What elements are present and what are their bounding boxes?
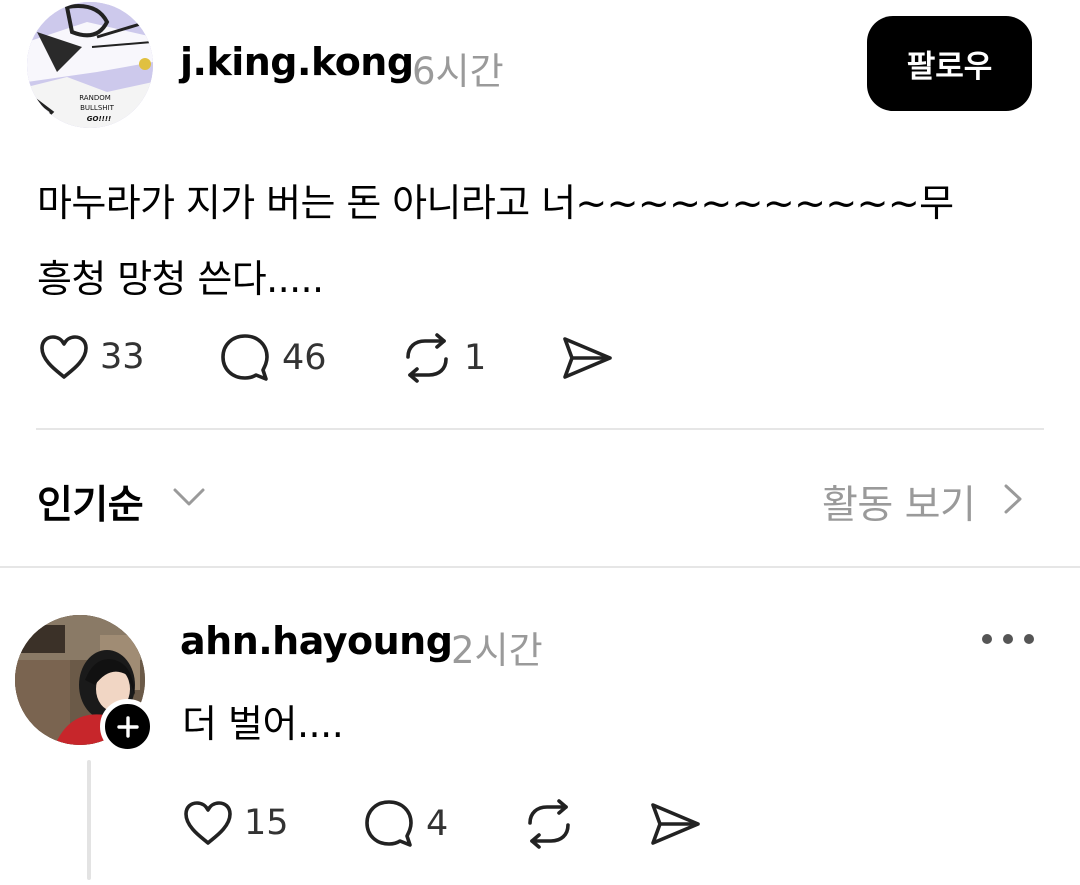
comment-icon bbox=[221, 334, 269, 381]
follow-plus-badge[interactable] bbox=[100, 699, 155, 754]
follow-button[interactable]: 팔로우 bbox=[867, 16, 1032, 111]
heart-icon bbox=[40, 335, 88, 379]
view-activity-link[interactable]: 활동 보기 bbox=[822, 474, 976, 530]
avatar-text-2: BULLSHIT bbox=[80, 104, 114, 112]
comment-count: 46 bbox=[282, 338, 327, 378]
chevron-down-icon[interactable] bbox=[171, 482, 207, 512]
like-button[interactable]: 33 bbox=[38, 333, 145, 381]
repost-icon bbox=[528, 799, 570, 849]
plus-icon bbox=[116, 715, 139, 738]
reply-comment-count: 4 bbox=[426, 804, 449, 844]
share-icon bbox=[651, 803, 700, 845]
heart-icon bbox=[184, 801, 232, 845]
thread-view: RANDOM BULLSHIT GO!!!! j.king.kong 6시간 팔… bbox=[0, 0, 1080, 885]
more-icon-dot bbox=[1024, 634, 1034, 644]
post-divider bbox=[36, 428, 1044, 430]
post-timestamp: 6시간 bbox=[412, 50, 504, 93]
reply-like-button[interactable]: 15 bbox=[182, 799, 289, 847]
thread-connector-line bbox=[87, 760, 91, 880]
reply-share-button[interactable] bbox=[648, 799, 702, 849]
reply-author-username[interactable]: ahn.hayoung bbox=[180, 619, 453, 663]
repost-button[interactable]: 1 bbox=[400, 333, 486, 383]
reply-comment-button[interactable]: 4 bbox=[362, 797, 448, 851]
like-count: 33 bbox=[100, 337, 145, 377]
reply-like-count: 15 bbox=[244, 803, 289, 843]
avatar-text-1: RANDOM bbox=[79, 94, 111, 102]
chevron-right-icon[interactable] bbox=[1000, 482, 1026, 516]
reply-timestamp: 2시간 bbox=[451, 629, 543, 672]
reply-repost-button[interactable] bbox=[522, 799, 576, 849]
more-icon-dot bbox=[1003, 634, 1013, 644]
sort-dropdown[interactable]: 인기순 bbox=[37, 474, 144, 530]
more-icon bbox=[982, 634, 992, 644]
repost-icon bbox=[406, 333, 448, 383]
post-body: 마누라가 지가 버는 돈 아니라고 너~~~~~~~~~~~무 흥청 망청 쓴다… bbox=[37, 181, 954, 301]
avatar-text-3: GO!!!! bbox=[87, 115, 111, 123]
author-avatar[interactable]: RANDOM BULLSHIT GO!!!! bbox=[27, 2, 153, 128]
share-button[interactable] bbox=[560, 333, 614, 383]
author-username[interactable]: j.king.kong bbox=[180, 40, 414, 84]
avatar-comic-art: RANDOM BULLSHIT GO!!!! bbox=[27, 2, 153, 128]
share-icon bbox=[563, 337, 612, 379]
more-options-button[interactable] bbox=[982, 625, 1034, 653]
section-divider bbox=[0, 566, 1080, 568]
reply-body: 더 벌어.... bbox=[182, 702, 344, 746]
comment-button[interactable]: 46 bbox=[218, 331, 327, 385]
repost-count: 1 bbox=[464, 338, 487, 378]
comment-icon bbox=[365, 800, 413, 847]
